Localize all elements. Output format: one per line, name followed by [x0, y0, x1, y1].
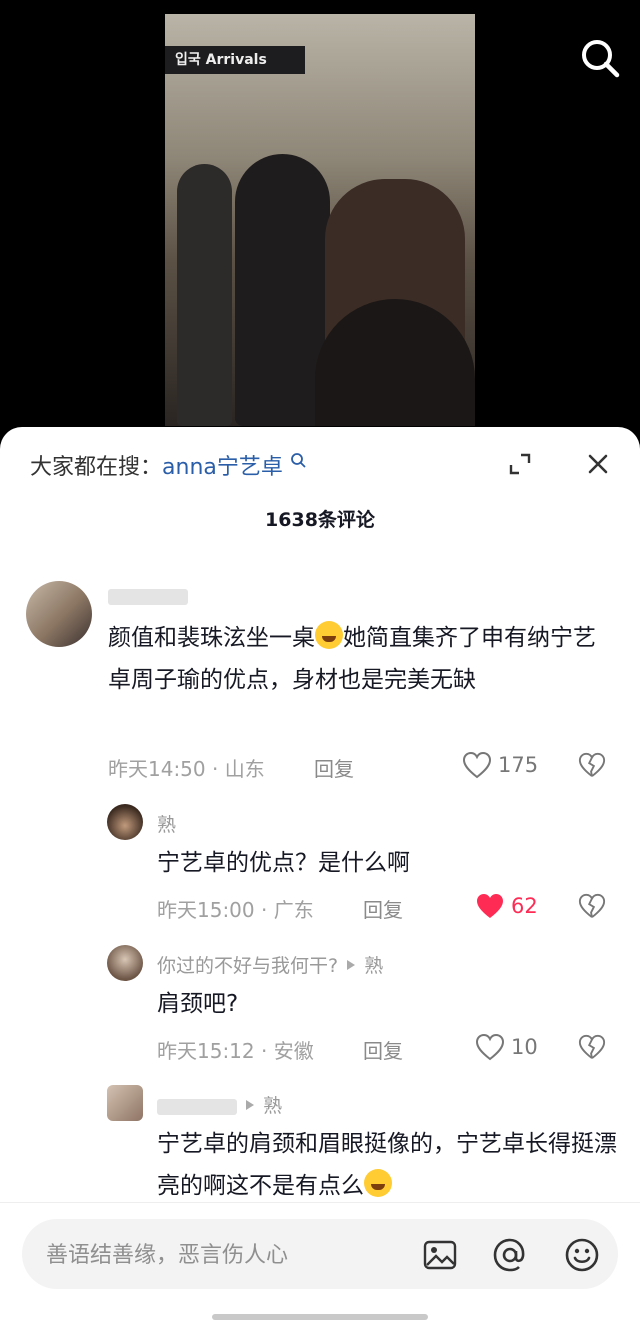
- smiley-icon: [565, 1238, 599, 1272]
- comment-meta: 昨天15:12 · 安徽: [157, 1039, 314, 1063]
- cry-laugh-emoji: [315, 621, 343, 649]
- broken-heart-icon: [578, 752, 606, 777]
- like-button[interactable]: 175: [462, 751, 538, 779]
- comment-meta: 昨天15:00 · 广东: [157, 898, 314, 922]
- heart-filled-icon: [477, 894, 503, 918]
- reply-button[interactable]: 回复: [363, 894, 403, 923]
- close-icon: [588, 454, 608, 474]
- arrivals-sign: 입국 Arrivals: [165, 46, 305, 74]
- like-button[interactable]: 10: [475, 1033, 538, 1061]
- comment-text: 肩颈吧?: [157, 991, 239, 1017]
- video-player[interactable]: 입국 Arrivals: [0, 0, 640, 440]
- home-indicator[interactable]: [212, 1314, 428, 1320]
- divider: [0, 1202, 640, 1203]
- avatar[interactable]: [107, 945, 143, 981]
- reply-to-user[interactable]: 熟: [364, 955, 383, 977]
- comment-text: 颜值和裴珠泫坐一桌 她简直集齐了申有纳宁艺卓周子瑜的优点，身材也是完美无缺: [108, 617, 608, 701]
- reply-arrow-icon: [347, 960, 356, 970]
- reply-arrow-icon: [246, 1100, 255, 1110]
- avatar[interactable]: [107, 1085, 143, 1121]
- image-button[interactable]: [422, 1237, 458, 1273]
- comment-meta: 昨天14:50 · 山东: [108, 757, 265, 781]
- dislike-button[interactable]: [578, 892, 606, 924]
- heart-icon: [462, 751, 492, 779]
- emoji-button[interactable]: [564, 1237, 600, 1273]
- expand-button[interactable]: [505, 449, 535, 479]
- avatar[interactable]: [107, 804, 143, 840]
- heart-icon: [475, 1033, 505, 1061]
- search-icon: [582, 40, 620, 78]
- comment-sheet: 大家都在搜：anna宁艺卓 1638条评论 颜值和裴珠泫坐一桌 她简直集齐了申有纳…: [0, 427, 640, 1333]
- reply-button[interactable]: 回复: [363, 1035, 403, 1064]
- mention-button[interactable]: [492, 1237, 528, 1273]
- broken-heart-icon: [578, 1034, 606, 1059]
- close-button[interactable]: [583, 449, 613, 479]
- expand-icon: [509, 453, 531, 475]
- like-count: 175: [498, 753, 539, 777]
- comment-username[interactable]: 你过的不好与我何干? 熟: [157, 951, 383, 978]
- small-search-icon: [290, 453, 306, 468]
- person-figure: [177, 164, 232, 426]
- video-frame: 입국 Arrivals: [165, 14, 475, 426]
- cry-laugh-emoji: [364, 1169, 392, 1197]
- comment-username[interactable]: [108, 585, 188, 607]
- comment-text: 宁艺卓的优点？是什么啊: [157, 850, 410, 876]
- hot-search[interactable]: 大家都在搜：anna宁艺卓: [30, 449, 306, 481]
- comment-count: 1638条评论: [265, 509, 375, 531]
- hot-search-keyword[interactable]: anna宁艺卓: [162, 455, 283, 480]
- dislike-button[interactable]: [578, 751, 606, 783]
- comment-input[interactable]: [44, 1237, 378, 1273]
- reply-button[interactable]: 回复: [314, 753, 354, 782]
- comment-text: 宁艺卓的肩颈和眉眼挺像的，宁艺卓长得挺漂亮的啊这不是有点么: [157, 1131, 617, 1199]
- comment-input-bar: [22, 1219, 618, 1289]
- reply-to-user[interactable]: 熟: [263, 1095, 282, 1117]
- broken-heart-icon: [578, 893, 606, 918]
- like-count: 62: [511, 894, 538, 918]
- comment-username[interactable]: 熟: [157, 1091, 282, 1118]
- comment-username[interactable]: 熟: [157, 810, 176, 837]
- search-button[interactable]: [578, 36, 622, 80]
- like-button[interactable]: 62: [475, 892, 538, 920]
- hot-search-label: 大家都在搜：: [30, 455, 163, 480]
- like-count: 10: [511, 1035, 538, 1059]
- dislike-button[interactable]: [578, 1033, 606, 1065]
- image-icon: [423, 1240, 457, 1270]
- at-icon: [493, 1238, 525, 1272]
- avatar[interactable]: [26, 581, 92, 647]
